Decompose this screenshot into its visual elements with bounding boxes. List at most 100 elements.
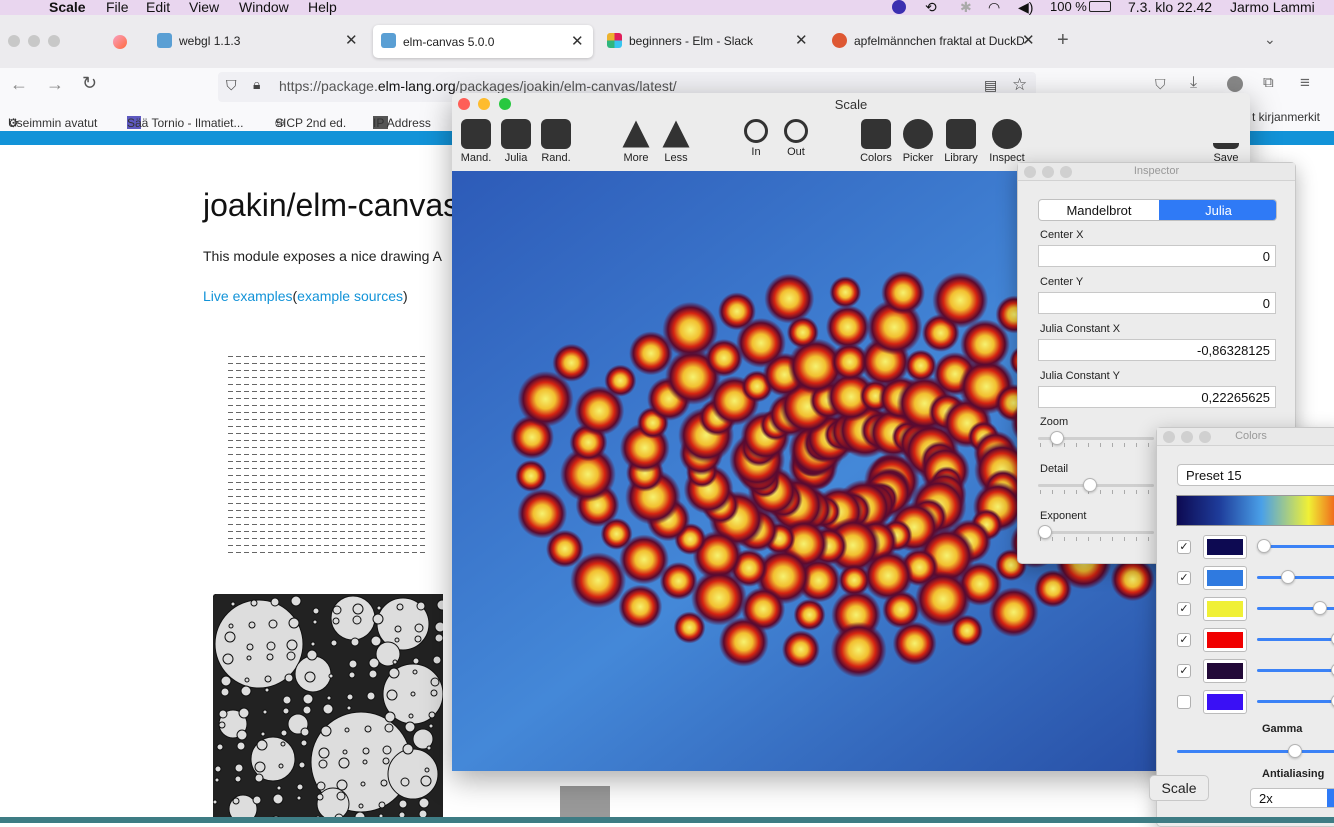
firefox-view-icon[interactable] — [113, 35, 127, 49]
color-stop-checkbox[interactable]: ✓ — [1177, 540, 1191, 554]
dock-strip — [0, 817, 1334, 823]
color-stop-checkbox[interactable]: ✓ — [1177, 602, 1191, 616]
battery-percent[interactable]: 100 % — [1050, 0, 1087, 14]
julia-constant-x-label: Julia Constant X — [1040, 323, 1121, 335]
bookmark-other[interactable]: t kirjanmerkit — [1252, 110, 1320, 124]
shield-icon[interactable]: ⛉ — [226, 77, 237, 94]
new-tab-icon[interactable]: + — [1057, 29, 1069, 52]
time-machine-icon[interactable]: ⟲ — [925, 0, 937, 16]
center-x-label: Center X — [1040, 229, 1084, 241]
menu-edit[interactable]: Edit — [146, 0, 170, 15]
save-toolbar-button[interactable]: Save — [1202, 117, 1250, 164]
segment-julia[interactable]: Julia — [1159, 200, 1276, 220]
tab-elm-canvas[interactable]: elm-canvas 5.0.0 ✕ — [373, 25, 593, 58]
color-stop-swatch[interactable] — [1203, 659, 1247, 683]
extensions-icon[interactable]: ⧉ — [1263, 74, 1274, 91]
center-x-field[interactable]: 0 — [1038, 245, 1276, 267]
toolbar-button-label: Picker — [902, 152, 934, 164]
dock-tooltip: Scale — [1149, 775, 1209, 801]
back-icon[interactable]: ← — [10, 74, 28, 95]
menu-window[interactable]: Window — [239, 0, 289, 15]
close-tab-icon[interactable]: ✕ — [345, 31, 358, 49]
reader-view-icon[interactable]: ▤ — [984, 77, 997, 94]
tab-duckduckgo[interactable]: apfelmännchen fraktal at DuckD ✕ — [830, 27, 1040, 57]
color-stop-slider-knob[interactable] — [1313, 601, 1327, 615]
reload-icon[interactable]: ↻ — [82, 73, 97, 94]
url-text[interactable]: https://package.elm-lang.org/packages/jo… — [279, 78, 677, 94]
colors-toolbar-button[interactable]: Colors — [852, 117, 900, 164]
close-tab-icon[interactable]: ✕ — [571, 32, 584, 50]
volume-icon[interactable]: ◀) — [1018, 0, 1033, 16]
preset-select[interactable]: Preset 15 — [1177, 464, 1334, 486]
color-stop-swatch[interactable] — [1203, 566, 1247, 590]
inspect-toolbar-button[interactable]: Inspect — [983, 117, 1031, 164]
menu-help[interactable]: Help — [308, 0, 337, 15]
less-toolbar-button[interactable]: Less — [652, 117, 700, 164]
close-window-button[interactable] — [8, 35, 20, 47]
zoom-window-button[interactable] — [48, 35, 60, 47]
menu-file[interactable]: File — [106, 0, 129, 15]
account-avatar[interactable] — [1227, 76, 1243, 92]
forward-icon[interactable]: → — [46, 74, 64, 95]
color-stop-checkbox[interactable] — [1177, 695, 1191, 709]
color-stop-checkbox[interactable]: ✓ — [1177, 633, 1191, 647]
color-stop-position-slider[interactable] — [1257, 576, 1334, 579]
color-stop-swatch[interactable] — [1203, 535, 1247, 559]
menu-clock[interactable]: 7.3. klo 22.42 — [1128, 0, 1212, 15]
color-stop-checkbox[interactable]: ✓ — [1177, 664, 1191, 678]
example-sources-link[interactable]: example sources — [297, 288, 403, 304]
close-tab-icon[interactable]: ✕ — [1022, 31, 1035, 49]
close-panel-button[interactable] — [1024, 166, 1036, 178]
rand-toolbar-button[interactable]: Rand. — [532, 117, 580, 164]
gamma-slider-knob[interactable] — [1288, 744, 1302, 758]
minimize-panel-button[interactable] — [1181, 431, 1193, 443]
color-stop-position-slider[interactable] — [1257, 669, 1334, 672]
color-stop-slider-knob[interactable] — [1281, 570, 1295, 584]
zoom-slider-knob[interactable] — [1050, 431, 1064, 445]
bluetooth-icon[interactable]: ✱ — [960, 0, 972, 16]
exponent-slider-knob[interactable] — [1038, 525, 1052, 539]
bookmark-star-icon[interactable]: ☆ — [1012, 75, 1027, 95]
julia-constant-x-field[interactable]: -0,86328125 — [1038, 339, 1276, 361]
julia-constant-y-field[interactable]: 0,22265625 — [1038, 386, 1276, 408]
wifi-icon[interactable]: ◠ — [988, 0, 1000, 16]
color-stop-swatch[interactable] — [1203, 690, 1247, 714]
tab-webgl[interactable]: webgl 1.1.3 ✕ — [155, 27, 365, 57]
color-stop-swatch[interactable] — [1203, 597, 1247, 621]
color-stop-row: ✓ — [1157, 627, 1334, 653]
lock-icon[interactable]: 🔒︎ — [253, 76, 260, 93]
battery-icon[interactable] — [1089, 1, 1111, 12]
antialiasing-select[interactable]: 2x — [1250, 788, 1334, 808]
minimize-panel-button[interactable] — [1042, 166, 1054, 178]
pocket-icon[interactable]: ⛉ — [1155, 76, 1166, 93]
exponent-slider[interactable] — [1038, 531, 1154, 534]
color-stop-slider-knob[interactable] — [1257, 539, 1271, 553]
color-stop-row: ✓ — [1157, 534, 1334, 560]
library-toolbar-button[interactable]: Library — [937, 117, 985, 164]
close-panel-button[interactable] — [1163, 431, 1175, 443]
out-toolbar-button[interactable]: Out — [772, 117, 820, 158]
gamma-slider[interactable] — [1177, 750, 1334, 753]
zoom-panel-button[interactable] — [1060, 166, 1072, 178]
zoom-panel-button[interactable] — [1199, 431, 1211, 443]
tab-list-chevron-icon[interactable]: ⌄ — [1264, 31, 1276, 48]
detail-slider-knob[interactable] — [1083, 478, 1097, 492]
close-tab-icon[interactable]: ✕ — [795, 31, 808, 49]
menu-view[interactable]: View — [189, 0, 219, 15]
center-y-field[interactable]: 0 — [1038, 292, 1276, 314]
tab-slack[interactable]: beginners - Elm - Slack ✕ — [605, 27, 815, 57]
folder-icon — [946, 119, 976, 149]
segment-mandelbrot[interactable]: Mandelbrot — [1039, 200, 1159, 220]
color-stop-position-slider[interactable] — [1257, 700, 1334, 703]
vpn-icon[interactable] — [892, 0, 906, 14]
picker-toolbar-button[interactable]: Picker — [894, 117, 942, 164]
live-examples-link[interactable]: Live examples — [203, 288, 293, 304]
hamburger-menu-icon[interactable]: ≡ — [1300, 73, 1310, 93]
minimize-window-button[interactable] — [28, 35, 40, 47]
color-stop-swatch[interactable] — [1203, 628, 1247, 652]
color-stop-checkbox[interactable]: ✓ — [1177, 571, 1191, 585]
menu-app-name[interactable]: Scale — [49, 0, 86, 15]
menu-user[interactable]: Jarmo Lammi — [1230, 0, 1315, 15]
color-stop-position-slider[interactable] — [1257, 638, 1334, 641]
downloads-icon[interactable]: ⤓ — [1190, 74, 1197, 92]
